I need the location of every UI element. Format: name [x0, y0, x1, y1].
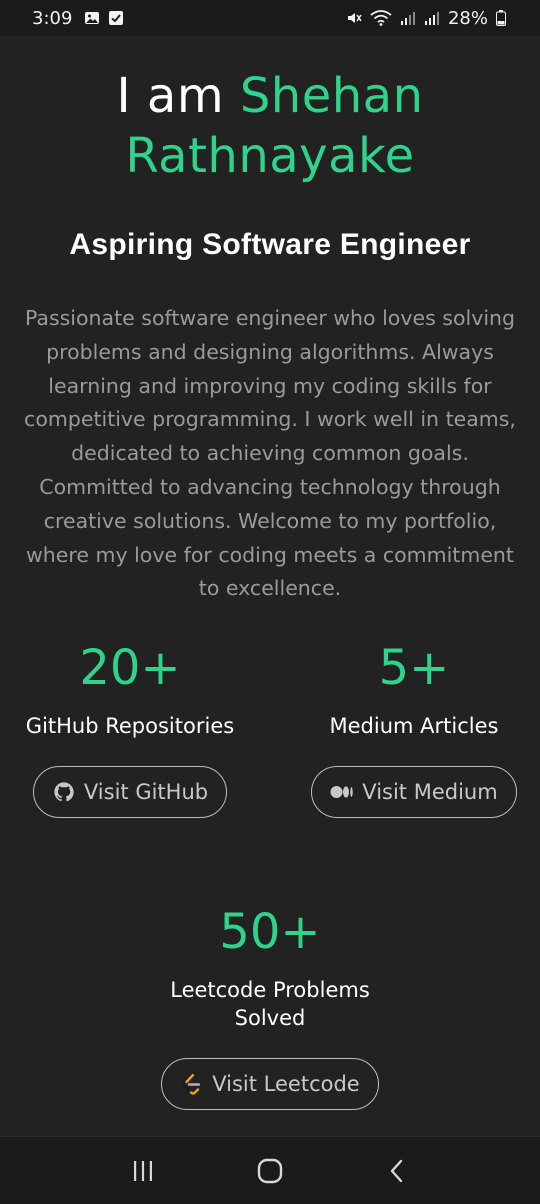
- back-icon[interactable]: [367, 1141, 427, 1201]
- battery-icon: [496, 10, 506, 26]
- stat-medium-value: 5+: [378, 640, 450, 696]
- page-title: I am Shehan Rathnayake: [0, 66, 540, 186]
- status-time: 3:09: [32, 7, 73, 29]
- stat-medium-label: Medium Articles: [329, 714, 499, 738]
- visit-medium-label: Visit Medium: [362, 780, 498, 804]
- stat-leetcode: 50+ Leetcode Problems Solved Visit Leetc…: [140, 904, 400, 1110]
- bio-paragraph: Passionate software engineer who loves s…: [24, 306, 516, 601]
- check-square-icon: [108, 10, 124, 26]
- status-right: 28%: [346, 8, 506, 29]
- mute-icon: [346, 10, 362, 26]
- signal-icon: [400, 10, 416, 26]
- stat-medium: 5+ Medium Articles Visit Medium: [284, 640, 540, 818]
- visit-github-label: Visit GitHub: [83, 780, 209, 804]
- stat-leetcode-value: 50+: [219, 904, 321, 960]
- signal-icon: [424, 10, 440, 26]
- stat-leetcode-label: Leetcode Problems Solved: [170, 978, 370, 1030]
- battery-percent: 28%: [447, 7, 488, 29]
- stat-github: 20+ GitHub Repositories Visit GitHub: [0, 640, 260, 818]
- stat-github-value: 20+: [79, 640, 181, 696]
- title-name-last: Rathnayake: [125, 128, 415, 184]
- status-bar: 3:09 28%: [0, 0, 540, 36]
- stat-github-label: GitHub Repositories: [25, 714, 235, 738]
- visit-github-button[interactable]: Visit GitHub: [32, 766, 228, 818]
- title-prefix: I am: [116, 68, 240, 124]
- github-icon: [52, 780, 76, 804]
- visit-leetcode-button[interactable]: Visit Leetcode: [161, 1058, 379, 1110]
- visit-leetcode-label: Visit Leetcode: [212, 1072, 360, 1096]
- main-content: I am Shehan Rathnayake Aspiring Software…: [0, 36, 540, 1136]
- visit-medium-button[interactable]: Visit Medium: [311, 766, 517, 818]
- recent-apps-icon[interactable]: [113, 1141, 173, 1201]
- status-left: 3:09: [32, 8, 124, 29]
- role-subtitle: Aspiring Software Engineer: [69, 228, 471, 261]
- wifi-icon: [370, 10, 392, 26]
- home-icon[interactable]: [240, 1141, 300, 1201]
- image-icon: [84, 10, 100, 26]
- navigation-bar: [0, 1136, 540, 1204]
- title-name-first: Shehan: [239, 68, 424, 124]
- leetcode-icon: [180, 1072, 204, 1096]
- medium-icon: [330, 780, 354, 804]
